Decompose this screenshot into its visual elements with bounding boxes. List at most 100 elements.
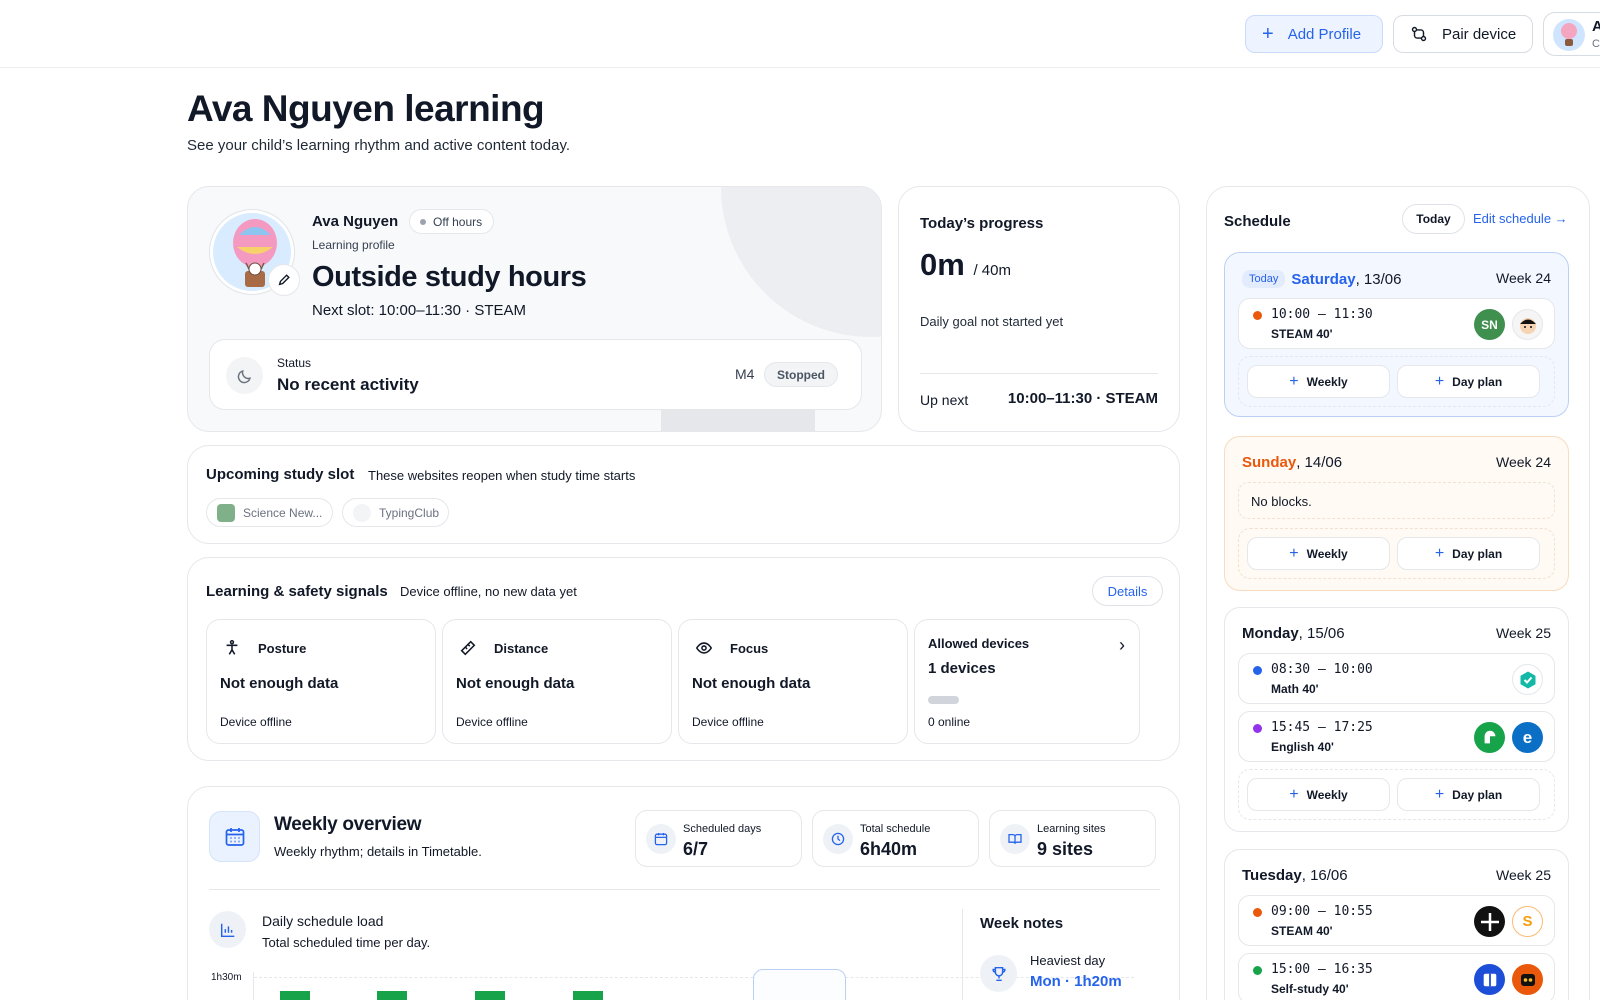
site-chip-science-news[interactable]: Science New... <box>206 498 333 527</box>
slot-time: 15:00 – 16:35 <box>1271 962 1373 977</box>
math-site-icon <box>1512 664 1543 695</box>
upcoming-subtitle: These websites reopen when study time st… <box>368 468 636 483</box>
online-bar <box>928 696 959 704</box>
today-button[interactable]: Today <box>1402 204 1465 234</box>
plus-icon: + <box>1434 544 1445 562</box>
page-title: Ava Nguyen learning <box>187 88 545 129</box>
pencil-icon <box>278 274 290 286</box>
chevron-right-icon: › <box>1119 635 1125 655</box>
science-news-icon <box>217 503 235 522</box>
page-subtitle: See your child’s learning rhythm and act… <box>187 137 570 154</box>
heaviest-day-value: Mon · 1h20m <box>1030 973 1122 990</box>
schedule-slot[interactable]: 15:45 – 17:25 English 40' e <box>1238 711 1555 762</box>
stat-label: Total schedule <box>860 823 931 835</box>
metric-sub: Device offline <box>220 715 292 729</box>
book-site-icon <box>1474 964 1505 995</box>
device-state-badge: Stopped <box>764 362 838 387</box>
site-name: Science New... <box>243 505 323 520</box>
week-label: Week 25 <box>1496 867 1551 883</box>
chart-bar <box>280 991 310 1000</box>
weekly-subtitle: Weekly rhythm; details in Timetable. <box>274 844 482 859</box>
selected-day-column[interactable] <box>753 969 846 1000</box>
weekly-label: Weekly <box>1306 787 1348 802</box>
day-date: , 14/06 <box>1296 454 1343 471</box>
ruler-icon <box>460 640 476 656</box>
add-profile-button[interactable]: + Add Profile <box>1245 15 1383 53</box>
schedule-slot[interactable]: 08:30 – 10:00 Math 40' <box>1238 653 1555 704</box>
day-plan-button[interactable]: + Day plan <box>1397 537 1540 570</box>
chart-y-axis <box>253 972 254 1000</box>
user-menu[interactable]: A C <box>1543 12 1600 56</box>
weekly-button[interactable]: + Weekly <box>1247 365 1390 398</box>
divider <box>962 909 963 1000</box>
avatar <box>1553 19 1585 51</box>
site-name: TypingClub <box>379 505 440 520</box>
edit-schedule-link[interactable]: Edit schedule → <box>1473 211 1568 226</box>
stat-value: 6/7 <box>683 839 709 859</box>
details-button[interactable]: Details <box>1092 576 1163 606</box>
schedule-slot[interactable]: 10:00 – 11:30 STEAM 40' SN <box>1238 298 1555 349</box>
status-label: Status <box>277 356 312 370</box>
upcoming-study-slot-card: Upcoming study slot These websites reope… <box>187 445 1180 544</box>
slot-color-dot <box>1253 966 1262 975</box>
weekly-button[interactable]: + Weekly <box>1247 778 1390 811</box>
day-plan-button[interactable]: + Day plan <box>1397 365 1540 398</box>
plus-icon: + <box>1289 785 1299 803</box>
edit-avatar-button[interactable] <box>268 264 300 296</box>
stat-label: Scheduled days <box>683 823 762 835</box>
weekly-label: Weekly <box>1306 546 1348 561</box>
off-hours-label: Off hours <box>433 214 483 229</box>
plus-icon: + <box>1262 23 1274 45</box>
chart-bar <box>377 991 407 1000</box>
typingclub-icon <box>353 503 371 522</box>
user-sub: C <box>1592 38 1600 50</box>
posture-metric: Posture Not enough data Device offline <box>206 619 436 744</box>
day-name: Monday <box>1242 625 1299 642</box>
plus-icon: + <box>1289 544 1299 562</box>
slot-time: 08:30 – 10:00 <box>1271 662 1373 677</box>
day-date: , 16/06 <box>1301 867 1348 884</box>
weekly-button[interactable]: + Weekly <box>1247 537 1390 570</box>
schedule-slot[interactable]: 09:00 – 10:55 STEAM 40' S <box>1238 895 1555 946</box>
site-chip-typingclub[interactable]: TypingClub <box>342 498 449 527</box>
slot-color-dot <box>1253 908 1262 917</box>
y-tick-label: 1h30m <box>211 972 242 983</box>
stat-label: Learning sites <box>1037 823 1106 835</box>
moon-icon <box>226 357 263 394</box>
day-header: Tuesday, 16/06 <box>1242 867 1348 884</box>
book-icon <box>1000 824 1030 854</box>
calendar-icon <box>209 811 260 862</box>
distance-metric: Distance Not enough data Device offline <box>442 619 672 744</box>
day-card-monday: Monday, 15/06 Week 25 08:30 – 10:00 Math… <box>1224 607 1569 832</box>
pair-device-button[interactable]: Pair device <box>1393 15 1533 53</box>
schedule-slot[interactable]: 15:00 – 16:35 Self-study 40' <box>1238 953 1555 1000</box>
progress-value: 0m / 40m <box>920 247 1011 283</box>
slot-time: 15:45 – 17:25 <box>1271 720 1373 735</box>
decorative-blob <box>721 187 881 337</box>
slot-subject: STEAM 40' <box>1271 924 1333 938</box>
eye-icon <box>695 642 713 654</box>
day-plan-button[interactable]: + Day plan <box>1397 778 1540 811</box>
weekly-title: Weekly overview <box>274 814 422 835</box>
heaviest-day-label: Heaviest day <box>1030 953 1106 968</box>
status-box: Status No recent activity M4 Stopped <box>209 339 862 410</box>
next-slot: Next slot: 10:00–11:30 · STEAM <box>312 302 526 319</box>
day-name: Sunday <box>1242 454 1297 471</box>
allowed-devices-value: 1 devices <box>928 660 996 677</box>
status-dot <box>420 218 426 225</box>
add-profile-label: Add Profile <box>1287 25 1362 43</box>
progress-goal: / 40m <box>973 262 1011 279</box>
day-header: Sunday, 14/06 <box>1242 454 1342 471</box>
calendar-icon <box>646 824 676 854</box>
posture-icon <box>226 639 238 655</box>
divider <box>920 373 1158 374</box>
day-header: Monday, 15/06 <box>1242 625 1345 642</box>
progress-minutes: 0m <box>920 247 965 282</box>
week-label: Week 25 <box>1496 625 1551 641</box>
progress-note: Daily goal not started yet <box>920 314 1064 329</box>
slot-subject: English 40' <box>1271 740 1334 754</box>
status-value: No recent activity <box>277 375 419 394</box>
allowed-devices-card[interactable]: Allowed devices › 1 devices 0 online <box>914 619 1140 744</box>
slot-time: 09:00 – 10:55 <box>1271 904 1373 919</box>
day-plan-label: Day plan <box>1452 787 1503 802</box>
